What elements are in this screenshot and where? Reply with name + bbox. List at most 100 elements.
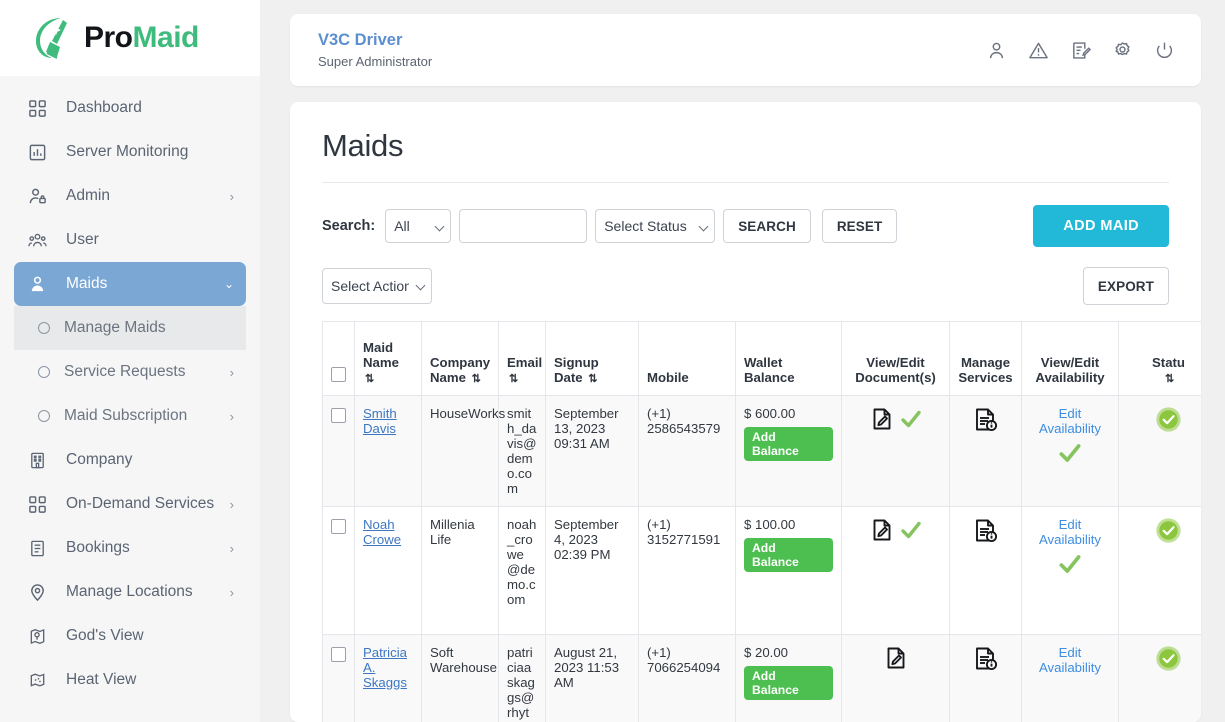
user-icon[interactable] <box>986 40 1007 61</box>
circle-dot-icon <box>38 322 50 334</box>
power-icon[interactable] <box>1154 40 1175 61</box>
maid-name-link[interactable]: Noah Crowe <box>363 517 401 547</box>
cell-email: patriciaaskaggs@rhyt <box>498 634 546 722</box>
add-balance-button[interactable]: Add Balance <box>744 427 833 461</box>
top-header: V3C Driver Super Administrator <box>290 14 1201 86</box>
document-edit-icon[interactable] <box>869 406 895 435</box>
sidebar-item-admin[interactable]: Admin › <box>14 174 246 218</box>
note-edit-icon[interactable] <box>1070 40 1091 61</box>
status-badge[interactable] <box>1155 406 1182 436</box>
th-email[interactable]: Email ⇅ <box>498 321 546 396</box>
edit-availability-link[interactable]: Edit Availability <box>1039 645 1101 675</box>
document-edit-icon[interactable] <box>883 645 909 674</box>
map-pin-icon <box>28 583 54 602</box>
th-select-all <box>322 321 355 396</box>
maid-name-link[interactable]: Patricia A. Skaggs <box>363 645 407 690</box>
cell-status <box>1118 506 1201 635</box>
circle-dot-icon <box>38 366 50 378</box>
th-label: Statu <box>1152 355 1185 370</box>
bulk-action-row: Select Action EXPORT <box>322 267 1169 305</box>
document-edit-icon[interactable] <box>869 517 895 546</box>
search-input[interactable] <box>459 209 588 243</box>
row-checkbox[interactable] <box>331 519 346 534</box>
reset-button[interactable]: RESET <box>821 209 898 243</box>
file-info-icon[interactable] <box>972 647 1000 676</box>
sidebar-item-company[interactable]: Company <box>14 438 246 482</box>
sidebar-item-manage-maids[interactable]: Manage Maids <box>14 306 246 350</box>
cell-mobile: (+1) 3152771591 <box>638 506 736 635</box>
select-action-dropdown[interactable]: Select Action <box>322 268 432 304</box>
cell-status <box>1118 395 1201 507</box>
sidebar-item-bookings[interactable]: Bookings › <box>14 526 246 570</box>
sidebar-item-heat-view[interactable]: Heat View <box>14 658 246 702</box>
chevron-right-icon: › <box>229 496 234 512</box>
grid-icon <box>28 99 54 118</box>
add-maid-button[interactable]: ADD MAID <box>1033 205 1169 247</box>
brand-logo[interactable]: ProMaid <box>0 0 260 76</box>
sidebar-item-on-demand-services[interactable]: On-Demand Services › <box>14 482 246 526</box>
th-status[interactable]: Statu ⇅ <box>1118 321 1201 396</box>
export-button[interactable]: EXPORT <box>1082 267 1169 305</box>
cell-view-edit-documents <box>841 395 950 507</box>
cell-select <box>322 634 355 722</box>
maids-table: Maid Name ⇅ Company Name ⇅ Email ⇅ Signu… <box>322 321 1201 722</box>
th-label: Wallet Balance <box>744 355 795 385</box>
gear-icon[interactable] <box>1112 40 1133 61</box>
sidebar-item-gods-view[interactable]: God's View <box>14 614 246 658</box>
sidebar-item-label: Maid Subscription <box>64 407 188 424</box>
file-info-icon[interactable] <box>972 519 1000 548</box>
app-root: ProMaid Dashboard Server Monitoring Admi… <box>0 0 1225 722</box>
th-company-name[interactable]: Company Name ⇅ <box>421 321 499 396</box>
status-badge[interactable] <box>1155 645 1182 675</box>
sidebar-item-user[interactable]: User <box>14 218 246 262</box>
th-signup-date[interactable]: Signup Date ⇅ <box>545 321 639 396</box>
add-balance-button[interactable]: Add Balance <box>744 538 833 572</box>
sidebar-item-service-requests[interactable]: Service Requests › <box>14 350 246 394</box>
sort-icon: ⇅ <box>471 373 481 385</box>
grid-icon <box>28 495 54 514</box>
cell-manage-services <box>949 634 1022 722</box>
broom-sparkle-icon <box>30 14 80 62</box>
cell-view-edit-availability: Edit Availability <box>1021 634 1119 722</box>
cell-maid-name: Patricia A. Skaggs <box>354 634 422 722</box>
list-doc-icon <box>28 539 54 558</box>
cell-manage-services <box>949 506 1022 635</box>
file-info-icon[interactable] <box>972 408 1000 437</box>
chevron-right-icon: › <box>229 584 234 600</box>
maids-table-body: Smith Davis HouseWorks smith_davis@demo.… <box>322 395 1201 722</box>
search-scope-select[interactable]: All <box>385 209 452 243</box>
select-all-checkbox[interactable] <box>331 367 346 382</box>
maid-user-icon <box>28 275 54 294</box>
edit-availability-link[interactable]: Edit Availability <box>1039 406 1101 436</box>
th-view-edit-availability: View/Edit Availability <box>1021 321 1119 396</box>
status-filter-select[interactable]: Select Status <box>595 209 716 243</box>
sidebar-nav: Dashboard Server Monitoring Admin › User… <box>0 76 260 702</box>
cell-signup-date: September 13, 2023 09:31 AM <box>545 395 639 507</box>
row-checkbox[interactable] <box>331 647 346 662</box>
edit-availability-link[interactable]: Edit Availability <box>1039 517 1101 547</box>
th-label: Manage Services <box>958 355 1013 385</box>
th-maid-name[interactable]: Maid Name ⇅ <box>354 321 422 396</box>
sidebar-item-manage-locations[interactable]: Manage Locations › <box>14 570 246 614</box>
th-label: View/Edit Document(s) <box>855 355 936 385</box>
cell-maid-name: Smith Davis <box>354 395 422 507</box>
sidebar-item-label: Maids <box>66 275 108 292</box>
sidebar-item-server-monitoring[interactable]: Server Monitoring <box>14 130 246 174</box>
chart-bar-icon <box>28 143 54 162</box>
cell-wallet-balance: $ 600.00 Add Balance <box>735 395 842 507</box>
maid-name-link[interactable]: Smith Davis <box>363 406 397 436</box>
header-subtitle: Super Administrator <box>318 53 433 69</box>
cell-status <box>1118 634 1201 722</box>
add-balance-button[interactable]: Add Balance <box>744 666 833 700</box>
sidebar-item-maids[interactable]: Maids ⌄ <box>14 262 246 306</box>
row-checkbox[interactable] <box>331 408 346 423</box>
warning-triangle-icon[interactable] <box>1028 40 1049 61</box>
sort-icon: ⇅ <box>509 373 519 385</box>
th-label: Company Name <box>430 355 491 385</box>
sidebar-item-dashboard[interactable]: Dashboard <box>14 86 246 130</box>
main-content: V3C Driver Super Administrator Maids Sea… <box>260 0 1225 722</box>
search-button[interactable]: SEARCH <box>723 209 811 243</box>
sidebar-item-maid-subscription[interactable]: Maid Subscription › <box>14 394 246 438</box>
status-badge[interactable] <box>1155 517 1182 547</box>
table-row: Smith Davis HouseWorks smith_davis@demo.… <box>322 395 1201 507</box>
